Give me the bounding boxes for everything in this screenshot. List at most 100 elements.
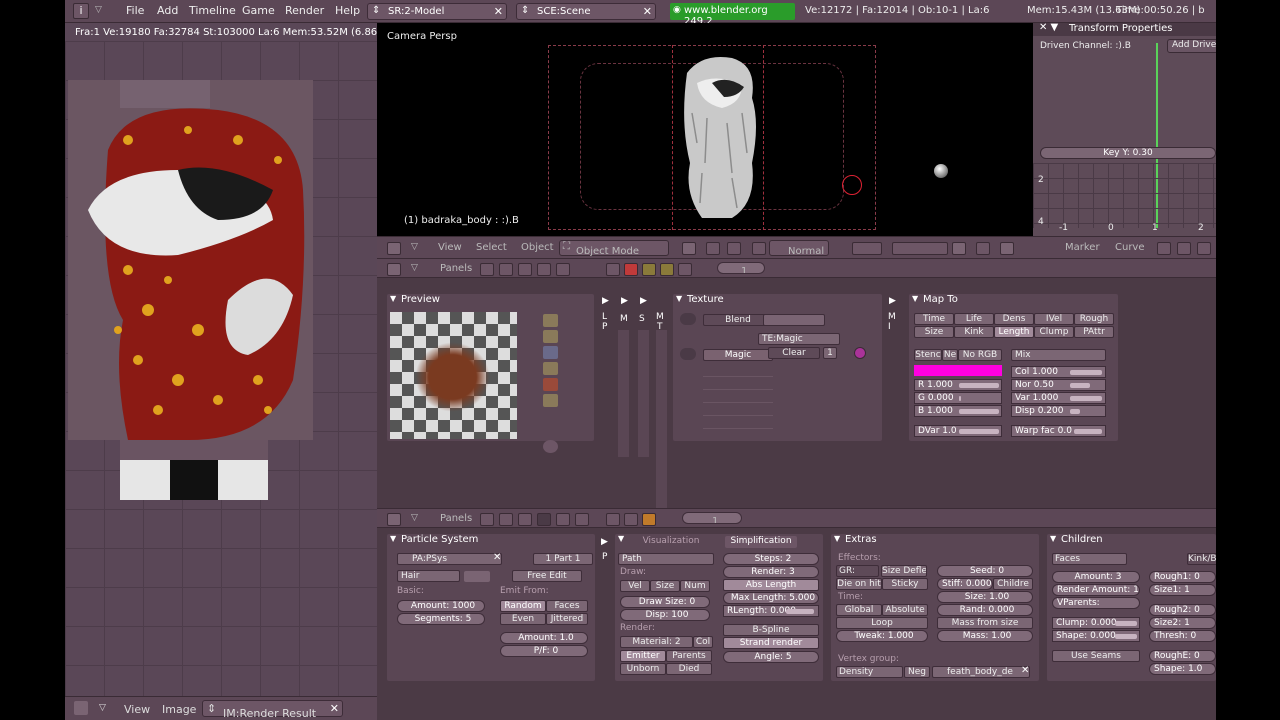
segments-field[interactable]: Segments: 5 <box>397 613 485 625</box>
menu-collapse-icon[interactable]: ▽ <box>99 703 106 713</box>
map-rough[interactable]: Rough <box>1074 313 1114 325</box>
info-window-icon[interactable]: i <box>73 3 89 19</box>
col-slider[interactable]: Col 1.000 <box>1011 366 1106 378</box>
preview-hair-icon[interactable] <box>543 378 558 391</box>
emit-random[interactable]: Random <box>500 600 546 612</box>
rough2-field[interactable]: Rough2: 0 <box>1149 604 1216 616</box>
menu-timeline[interactable]: Timeline <box>189 4 236 17</box>
clump-value[interactable]: Clump: 0.000 <box>1056 618 1117 628</box>
mass-from-size-toggle[interactable]: Mass from size <box>937 617 1033 629</box>
menu-collapse-icon[interactable]: ▽ <box>411 513 418 523</box>
scene-name[interactable]: SCE:Scene <box>537 6 591 17</box>
material-field[interactable]: Material: 2 <box>620 636 693 648</box>
extras-title[interactable]: Extras <box>831 534 877 549</box>
visualization-collapse[interactable] <box>615 534 629 549</box>
menu-view[interactable]: View <box>124 703 150 716</box>
draw-as-select[interactable]: Path <box>618 553 714 565</box>
children-amount-field[interactable]: Amount: 3 <box>1052 571 1140 583</box>
var-value[interactable]: Var 1.000 <box>1015 393 1058 403</box>
render-amount-field[interactable]: Render Amount: 100 <box>1052 584 1140 596</box>
map-size[interactable]: Size <box>914 326 954 338</box>
emit-amount-field[interactable]: Amount: 1.0 <box>500 632 588 644</box>
texture-clear-button[interactable]: Clear <box>768 347 820 359</box>
children-title[interactable]: Children <box>1047 534 1103 549</box>
texture-browse-buttons[interactable] <box>763 314 825 326</box>
draw-num[interactable]: Num <box>680 580 710 592</box>
preview-flat-icon[interactable] <box>543 314 558 327</box>
menu-curve[interactable]: Curve <box>1115 242 1145 253</box>
col-value[interactable]: Col 1.000 <box>1015 367 1058 377</box>
editor-type-icon[interactable] <box>387 263 401 276</box>
size-field[interactable]: Size: 1.00 <box>937 591 1033 603</box>
died-toggle[interactable]: Died <box>666 663 712 675</box>
tab-visualization[interactable]: Visualization <box>635 536 707 548</box>
preview-sphere-icon[interactable] <box>543 330 558 343</box>
screen-name[interactable]: SR:2-Model <box>388 6 444 17</box>
frame-field[interactable]: 1 <box>717 262 765 274</box>
r-slider[interactable]: R 1.000 <box>914 379 1002 391</box>
rough1-field[interactable]: Rough1: 0 <box>1149 571 1216 583</box>
empty-texture-slots[interactable] <box>703 364 773 429</box>
seed-field[interactable]: Seed: 0 <box>937 565 1033 577</box>
die-on-hit-toggle[interactable]: Die on hit <box>836 578 882 590</box>
map-dens[interactable]: Dens <box>994 313 1034 325</box>
render-steps-field[interactable]: Render: 3 <box>723 566 819 578</box>
menu-view[interactable]: View <box>438 242 462 253</box>
vertex-group-negate[interactable]: Neg <box>904 666 930 678</box>
angle-field[interactable]: Angle: 5 <box>723 651 819 663</box>
object-icon[interactable] <box>537 263 551 276</box>
script-icon[interactable] <box>499 513 513 526</box>
lamp-object[interactable] <box>934 164 948 178</box>
material-buttons-icon[interactable] <box>624 263 638 276</box>
blender-url-link[interactable]: ◉ www.blender.org 249.2 <box>670 3 795 27</box>
blend-mode-select[interactable]: Mix <box>1011 349 1106 361</box>
expand-icon[interactable]: ▶ <box>889 296 896 306</box>
grid-view-icon[interactable] <box>464 571 490 582</box>
menu-object[interactable]: Object <box>521 242 554 253</box>
draw-size[interactable]: Size <box>650 580 680 592</box>
ipo-curve-editor[interactable]: ✕ ▼ Transform Properties Driven Channel:… <box>1033 22 1216 236</box>
children-type-select[interactable]: Faces <box>1052 553 1127 565</box>
expand-icon[interactable]: ▶ <box>601 537 608 547</box>
draw-type-icon[interactable] <box>682 242 696 255</box>
b-value[interactable]: B 1.000 <box>918 406 953 416</box>
color-swatch[interactable] <box>914 365 1002 376</box>
particle-system-title[interactable]: Particle System <box>387 534 478 549</box>
menu-game[interactable]: Game <box>242 4 275 17</box>
proportional-icon[interactable] <box>727 242 741 255</box>
texture-slot-magic[interactable]: Magic <box>703 349 773 361</box>
scene-icon[interactable] <box>575 513 589 526</box>
nor-value[interactable]: Nor 0.50 <box>1015 380 1054 390</box>
close-icon[interactable]: ✕ <box>493 552 501 563</box>
menu-image[interactable]: Image <box>162 703 196 716</box>
map-time[interactable]: Time <box>914 313 954 325</box>
frame-value[interactable]: 1 <box>712 517 718 524</box>
panels-menu[interactable]: Panels <box>440 263 472 274</box>
orientation-label[interactable]: Normal <box>788 246 824 257</box>
steps-field[interactable]: Steps: 2 <box>723 553 819 565</box>
kink-select[interactable]: Kink/Bra <box>1187 553 1216 565</box>
loop-toggle[interactable]: Loop <box>836 617 928 629</box>
emit-faces[interactable]: Faces <box>546 600 588 612</box>
nor-slider[interactable]: Nor 0.50 <box>1011 379 1106 391</box>
world-buttons-icon[interactable] <box>678 263 692 276</box>
stiff-field[interactable]: Stiff: 0.000 <box>937 578 993 590</box>
physics-buttons-icon[interactable] <box>624 513 638 526</box>
image-name[interactable]: IM:Render Result <box>223 707 316 720</box>
editing-icon[interactable] <box>556 513 570 526</box>
amount-field[interactable]: Amount: 1000 <box>397 600 485 612</box>
map-to-title[interactable]: Map To <box>909 294 958 309</box>
object-icon[interactable] <box>537 513 551 526</box>
size-deflect-toggle[interactable]: Size Defle <box>881 565 927 577</box>
texture-name-field[interactable]: TE:Magic <box>758 333 840 345</box>
tab-simplification[interactable]: Simplification <box>725 536 797 548</box>
menu-render[interactable]: Render <box>285 4 324 17</box>
select-icon[interactable] <box>1197 242 1211 255</box>
menu-add[interactable]: Add <box>157 4 178 17</box>
texture-slot-toggle[interactable] <box>680 348 696 360</box>
texture-slot-toggle[interactable] <box>680 313 696 325</box>
roughe-field[interactable]: RoughE: 0 <box>1149 650 1216 662</box>
use-seams-toggle[interactable]: Use Seams <box>1052 650 1140 662</box>
orientation-selector[interactable]: Normal <box>769 240 829 257</box>
texture-fake-user-icon[interactable] <box>854 347 866 359</box>
